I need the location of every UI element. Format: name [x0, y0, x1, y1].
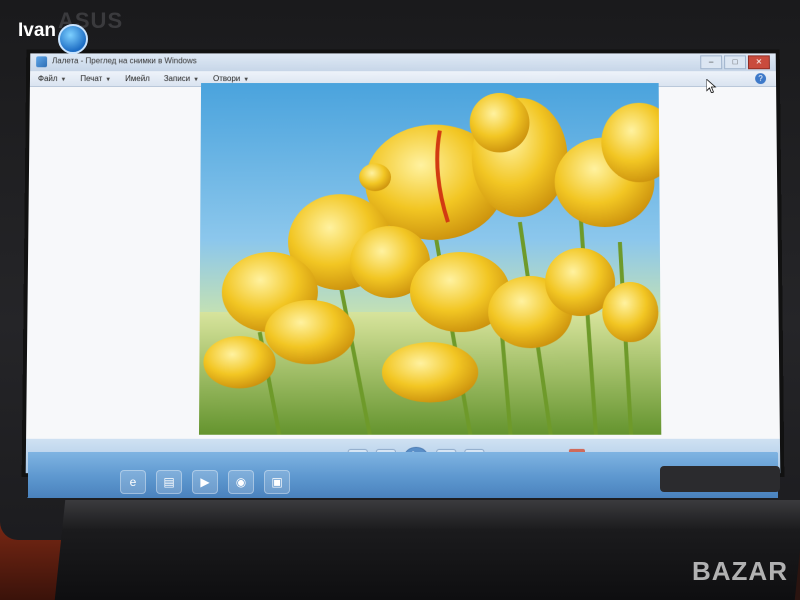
menu-email-label: Имейл — [125, 74, 150, 84]
menu-burn-label: Записи — [163, 74, 191, 84]
tulips-image — [198, 92, 662, 435]
menu-file-label: Файл — [37, 74, 58, 84]
chevron-down-icon: ▼ — [105, 77, 112, 84]
media-player-icon[interactable]: ▶ — [192, 470, 218, 494]
tulips-photo — [198, 83, 662, 435]
window-controls: – □ ✕ — [700, 55, 770, 70]
help-icon[interactable]: ? — [755, 73, 767, 85]
start-button-icon[interactable] — [58, 24, 88, 54]
menu-burn[interactable]: Записи ▼ — [164, 74, 199, 83]
ie-icon[interactable]: e — [120, 470, 146, 494]
explorer-icon[interactable]: ▤ — [156, 470, 182, 494]
menu-file[interactable]: Файл ▼ — [38, 74, 67, 83]
window-title: Лалета - Преглед на снимки в Windows — [52, 56, 197, 66]
user-label: Ivan — [18, 20, 57, 41]
menu-email[interactable]: Имейл — [125, 74, 150, 83]
photo-viewer-icon[interactable]: ▣ — [264, 470, 290, 494]
mouse-cursor-icon — [706, 79, 716, 93]
menu-print-label: Печат — [80, 74, 103, 84]
close-button[interactable]: ✕ — [747, 55, 770, 70]
window-titlebar[interactable]: Лалета - Преглед на снимки в Windows – □… — [30, 53, 776, 72]
photo-viewer-app-icon — [36, 56, 48, 68]
menu-open-label: Отвори — [212, 74, 241, 84]
laptop-screen: Лалета - Преглед на снимки в Windows – □… — [25, 53, 781, 474]
menu-print[interactable]: Печат ▼ — [80, 74, 111, 83]
maximize-button[interactable]: □ — [724, 55, 747, 70]
menu-open[interactable]: Отвори ▼ — [213, 74, 249, 83]
taskbar-pinned-icons: e ▤ ▶ ◉ ▣ — [120, 470, 290, 494]
chrome-icon[interactable]: ◉ — [228, 470, 254, 494]
minimize-button[interactable]: – — [700, 55, 723, 70]
chevron-down-icon: ▼ — [60, 77, 67, 84]
watermark-logo: BAZAR — [692, 556, 788, 586]
chevron-down-icon: ▼ — [193, 77, 200, 84]
laptop-hinge — [660, 466, 780, 492]
laptop-keyboard — [54, 500, 800, 600]
